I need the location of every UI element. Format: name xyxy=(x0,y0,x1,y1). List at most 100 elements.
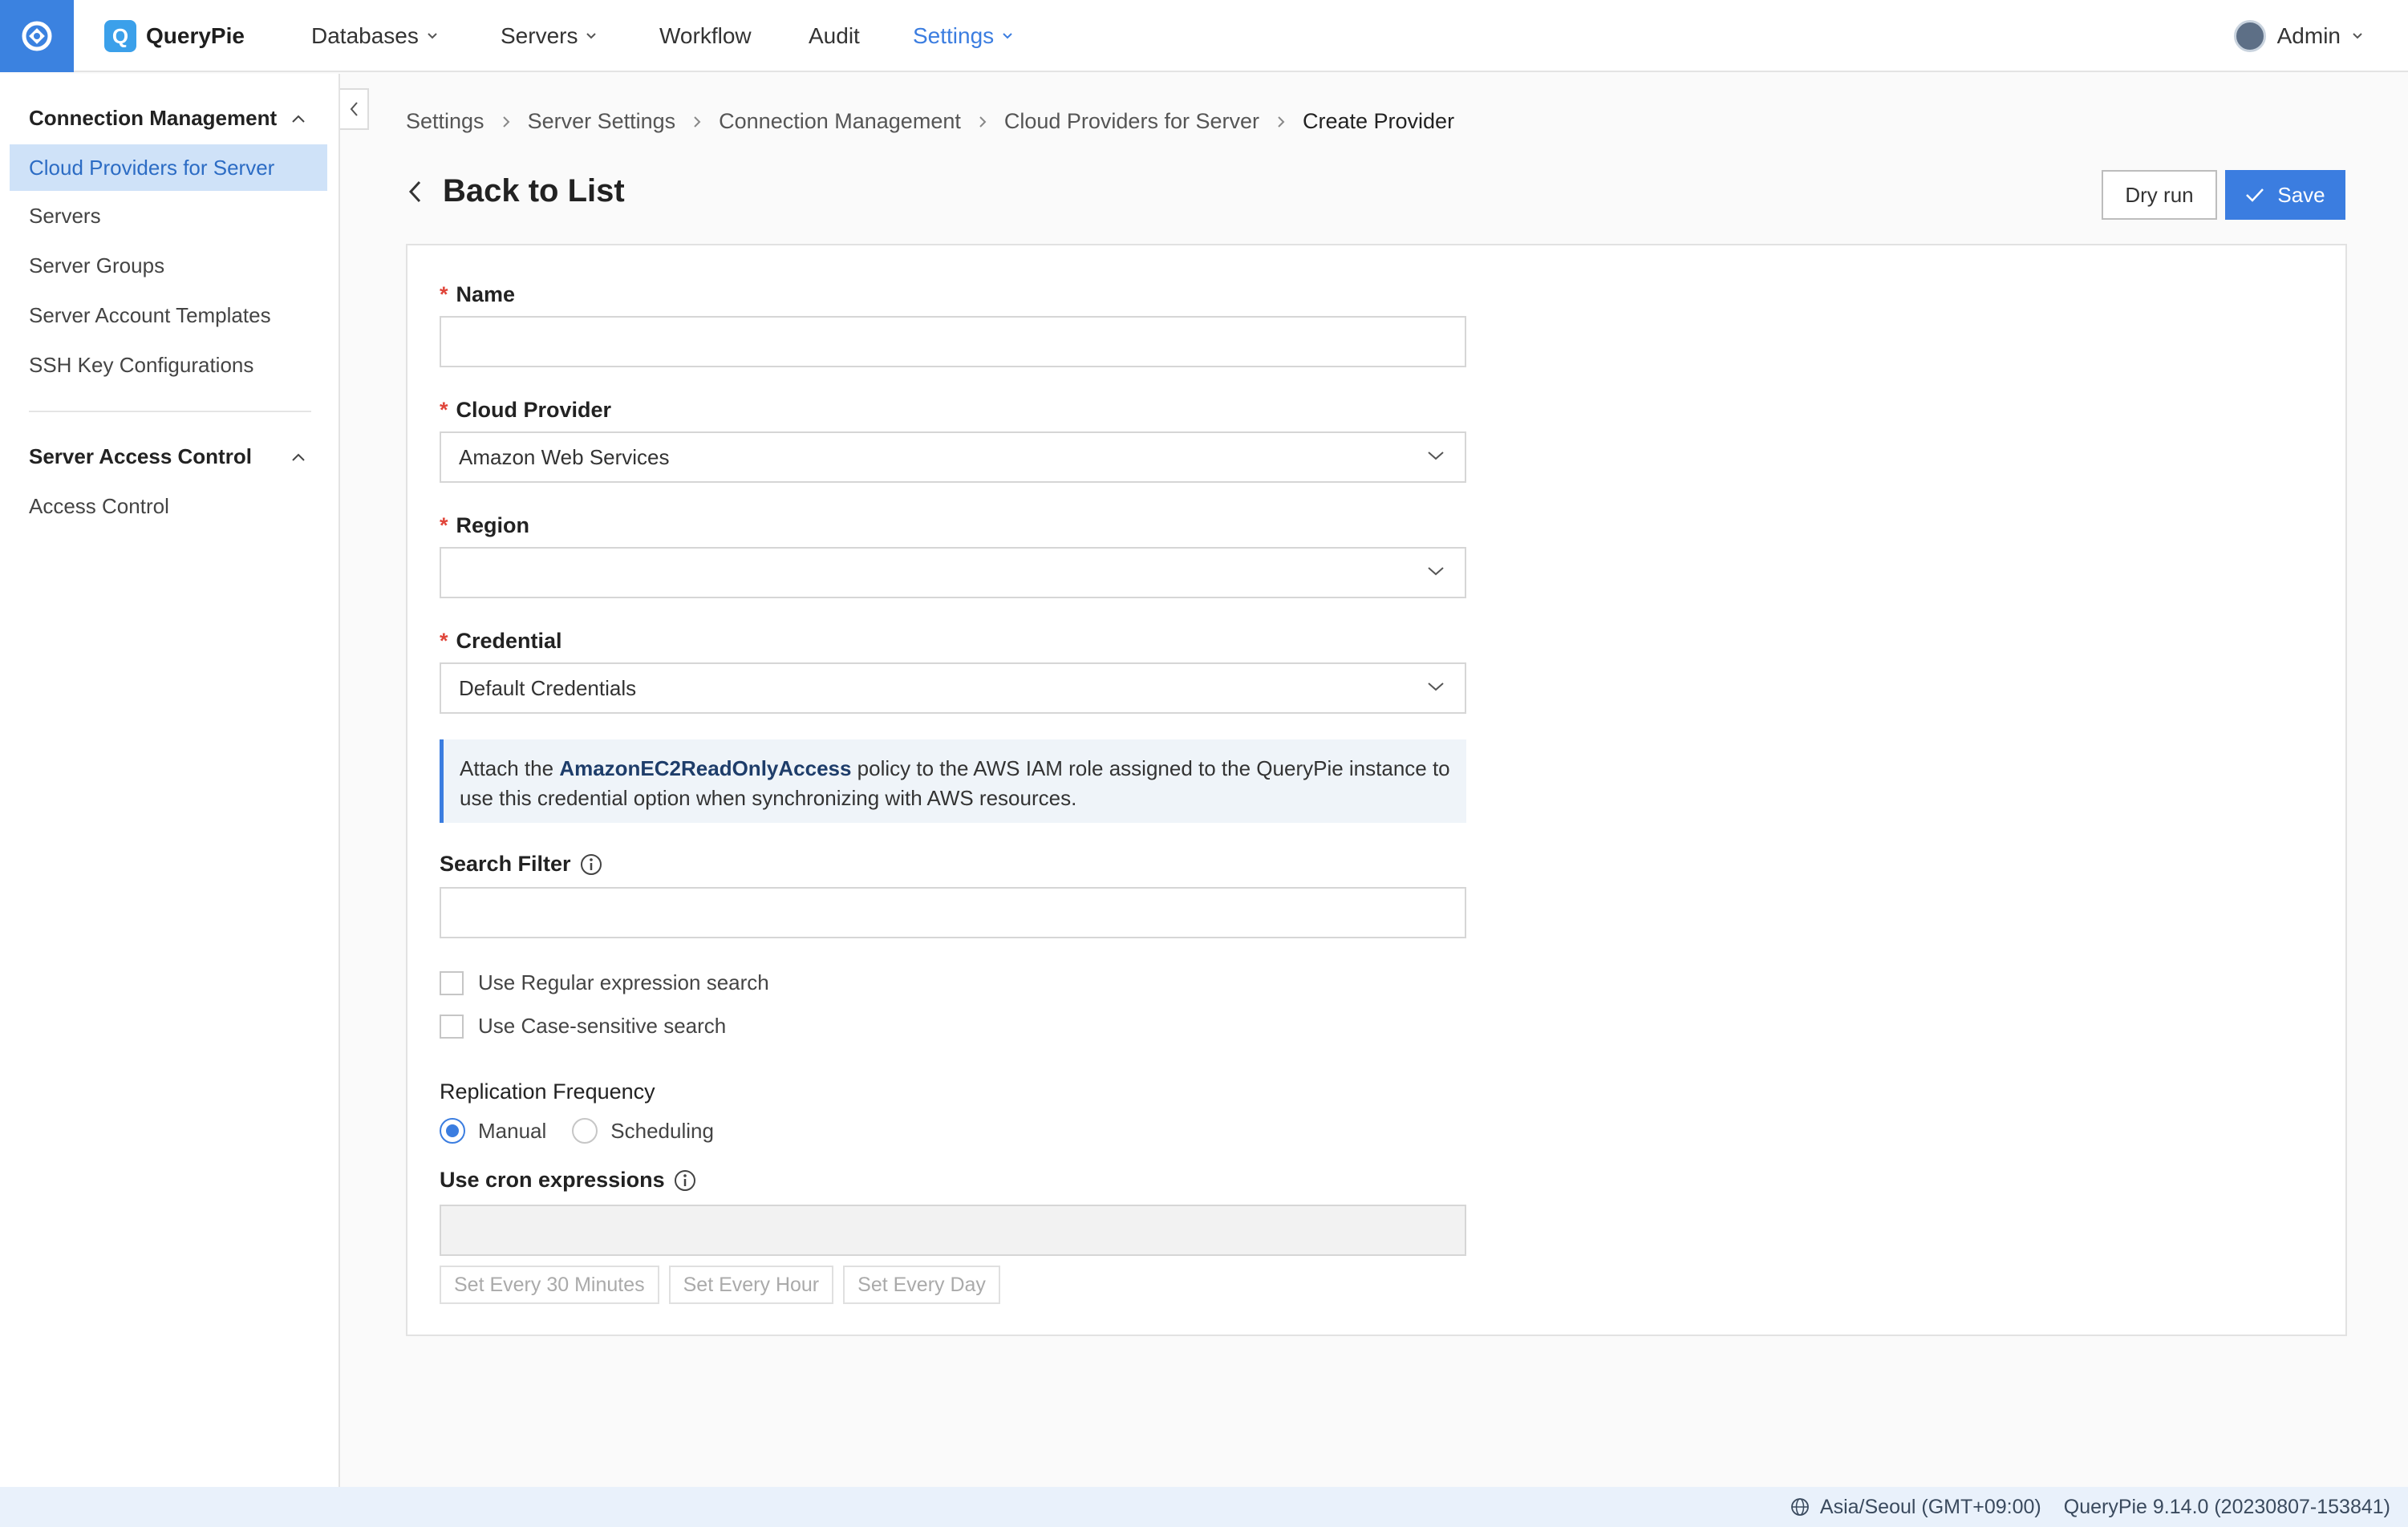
sidebar-section-title: Connection Management xyxy=(29,106,278,130)
replication-frequency-label: Replication Frequency xyxy=(440,1079,655,1104)
sidebar-section-title: Server Access Control xyxy=(29,444,252,468)
chevron-down-icon xyxy=(1003,33,1012,39)
sidebar-item-cloud-providers[interactable]: Cloud Providers for Server xyxy=(10,144,327,191)
nav-servers[interactable]: Servers xyxy=(501,0,597,72)
credential-select[interactable]: Default Credentials xyxy=(440,662,1466,714)
chevron-down-icon xyxy=(2353,33,2362,39)
preset-every-day-button: Set Every Day xyxy=(843,1266,1000,1304)
chevron-right-icon xyxy=(979,115,987,128)
case-sensitive-checkbox[interactable]: Use Case-sensitive search xyxy=(440,1014,726,1039)
chevron-down-icon xyxy=(1428,682,1444,691)
breadcrumb-current: Create Provider xyxy=(1302,109,1455,133)
nav-settings[interactable]: Settings xyxy=(913,0,1013,72)
sidebar-item-label: Cloud Providers for Server xyxy=(29,155,275,180)
sidebar-divider xyxy=(29,411,311,412)
credential-info-box: Attach the AmazonEC2ReadOnlyAccess polic… xyxy=(440,739,1466,823)
radio-scheduling[interactable] xyxy=(572,1118,598,1144)
name-label: * Name xyxy=(440,282,515,307)
cloud-provider-label: * Cloud Provider xyxy=(440,398,611,423)
chevron-right-icon xyxy=(1278,115,1285,128)
chevron-down-icon xyxy=(586,33,597,39)
replication-frequency-label-text: Replication Frequency xyxy=(440,1079,655,1104)
info-prefix: Attach the xyxy=(460,756,560,780)
brand-name: QueryPie xyxy=(146,23,245,48)
breadcrumb-settings[interactable]: Settings xyxy=(406,109,484,134)
sidebar-item-servers[interactable]: Servers xyxy=(29,204,101,229)
regex-search-checkbox[interactable]: Use Regular expression search xyxy=(440,970,769,995)
nav-servers-label: Servers xyxy=(501,23,578,48)
credential-label-text: Credential xyxy=(456,629,562,653)
replication-frequency-radio-group: Manual Scheduling xyxy=(440,1118,714,1144)
check-icon xyxy=(2246,188,2264,202)
preset-every-30-minutes-button: Set Every 30 Minutes xyxy=(440,1266,659,1304)
chevron-right-icon xyxy=(694,115,701,128)
radio-manual-label[interactable]: Manual xyxy=(478,1119,546,1144)
chevron-left-icon xyxy=(408,180,421,202)
breadcrumb-connection-management[interactable]: Connection Management xyxy=(719,109,961,134)
chevron-down-icon xyxy=(1428,452,1444,460)
brand-badge-icon: Q xyxy=(104,20,136,52)
radio-scheduling-label[interactable]: Scheduling xyxy=(610,1119,714,1144)
chevron-down-icon xyxy=(1428,567,1444,576)
name-label-text: Name xyxy=(456,282,516,306)
nav-audit[interactable]: Audit xyxy=(809,0,860,72)
save-button-label: Save xyxy=(2277,182,2325,207)
querypie-logo-icon xyxy=(22,21,52,51)
nav-audit-label: Audit xyxy=(809,23,860,48)
user-menu[interactable]: Admin xyxy=(2233,0,2363,72)
version-text: QueryPie 9.14.0 (20230807-153841) xyxy=(2063,1495,2390,1518)
sidebar-item-access-control[interactable]: Access Control xyxy=(29,494,169,519)
nav-settings-label: Settings xyxy=(913,23,995,48)
required-marker: * xyxy=(440,513,448,537)
required-marker: * xyxy=(440,398,448,422)
regex-search-label: Use Regular expression search xyxy=(478,970,769,994)
name-input[interactable] xyxy=(440,316,1466,367)
globe-icon xyxy=(1791,1498,1809,1516)
timezone-indicator[interactable]: Asia/Seoul (GMT+09:00) xyxy=(1790,1496,2041,1519)
region-select[interactable] xyxy=(440,547,1466,598)
app-logo[interactable] xyxy=(0,0,74,72)
sidebar-section-connection-management[interactable]: Connection Management xyxy=(29,106,306,131)
timezone-text: Asia/Seoul (GMT+09:00) xyxy=(1819,1495,2041,1518)
search-filter-label: Search Filter xyxy=(440,852,603,877)
required-marker: * xyxy=(440,282,448,306)
nav-databases-label: Databases xyxy=(311,23,419,48)
region-label-text: Region xyxy=(456,513,530,537)
user-name: Admin xyxy=(2276,23,2341,48)
cron-label: Use cron expressions xyxy=(440,1168,697,1193)
breadcrumb-server-settings[interactable]: Server Settings xyxy=(528,109,676,134)
brand[interactable]: Q QueryPie xyxy=(104,18,245,55)
case-sensitive-label: Use Case-sensitive search xyxy=(478,1014,727,1038)
dry-run-button[interactable]: Dry run xyxy=(2102,170,2217,220)
sidebar-item-ssh-key-configurations[interactable]: SSH Key Configurations xyxy=(29,353,253,378)
nav-databases[interactable]: Databases xyxy=(311,0,438,72)
radio-dot xyxy=(446,1124,459,1137)
credential-label: * Credential xyxy=(440,629,562,654)
search-filter-input[interactable] xyxy=(440,887,1466,938)
save-button[interactable]: Save xyxy=(2225,170,2345,220)
sidebar: Connection Management Cloud Providers fo… xyxy=(0,74,340,1487)
breadcrumb-cloud-providers[interactable]: Cloud Providers for Server xyxy=(1004,109,1259,134)
info-policy-name: AmazonEC2ReadOnlyAccess xyxy=(559,756,852,780)
radio-manual[interactable] xyxy=(440,1118,465,1144)
sidebar-collapse-button[interactable] xyxy=(340,88,369,130)
nav-workflow[interactable]: Workflow xyxy=(659,0,752,72)
chevron-down-icon xyxy=(428,33,437,39)
sidebar-item-server-account-templates[interactable]: Server Account Templates xyxy=(29,303,271,328)
sidebar-item-server-groups[interactable]: Server Groups xyxy=(29,253,164,278)
back-to-list-link[interactable]: Back to List xyxy=(407,173,625,209)
chevron-left-icon xyxy=(350,102,358,116)
cloud-provider-select[interactable]: Amazon Web Services xyxy=(440,431,1466,483)
status-footer: Asia/Seoul (GMT+09:00) QueryPie 9.14.0 (… xyxy=(0,1487,2408,1527)
checkbox-box[interactable] xyxy=(440,970,464,995)
credential-value: Default Credentials xyxy=(459,675,637,700)
sidebar-section-server-access-control[interactable]: Server Access Control xyxy=(29,444,306,469)
chevron-up-icon xyxy=(292,453,305,461)
required-marker: * xyxy=(440,629,448,653)
checkbox-box[interactable] xyxy=(440,1014,464,1039)
avatar xyxy=(2233,20,2266,52)
chevron-up-icon xyxy=(292,115,305,123)
info-icon[interactable] xyxy=(673,1169,697,1193)
info-icon[interactable] xyxy=(579,853,603,877)
preset-every-hour-button: Set Every Hour xyxy=(668,1266,834,1304)
